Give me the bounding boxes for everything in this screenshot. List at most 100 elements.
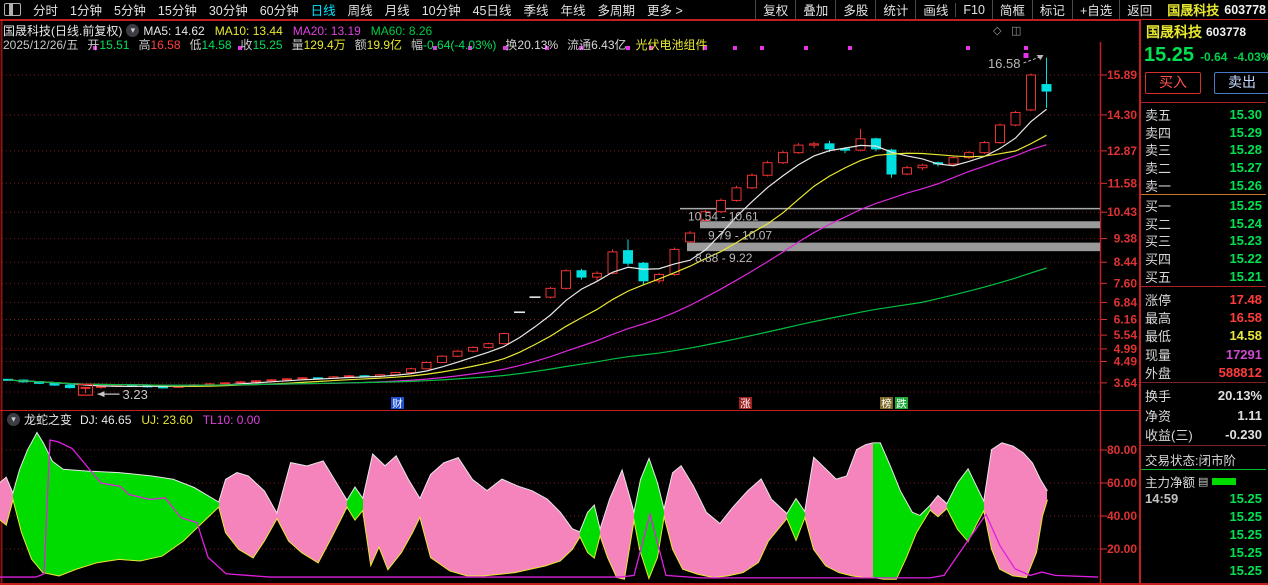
- bid-level-row[interactable]: 买三15.23: [1141, 232, 1266, 250]
- ask-level-row[interactable]: 卖一15.26: [1141, 176, 1266, 194]
- chevron-down-icon[interactable]: ▾: [7, 413, 20, 426]
- tab-period-7[interactable]: 日线: [305, 0, 342, 19]
- stock-code: 603778: [1224, 3, 1266, 17]
- menu-action-9[interactable]: +自选: [1072, 0, 1119, 19]
- price-change: -0.64: [1200, 50, 1227, 64]
- divider: [1141, 286, 1266, 287]
- menu-action-4[interactable]: 统计: [875, 0, 915, 19]
- menu-action-7[interactable]: 简框: [992, 0, 1032, 19]
- last-price-row: 15.25 -0.64 -4.03%: [1141, 44, 1268, 67]
- bid-level-row[interactable]: 买四15.22: [1141, 250, 1266, 268]
- svg-text:12.87: 12.87: [1107, 144, 1137, 158]
- svg-text:10.54 - 10.61: 10.54 - 10.61: [688, 209, 759, 223]
- stat-rows: 涨停17.48最高16.58最低14.58现量17291外盘588812: [1141, 290, 1266, 382]
- stat-row: 最低14.58: [1141, 327, 1266, 345]
- ask-levels: 卖五15.30卖四15.29卖三15.28卖二15.27卖一15.26: [1141, 106, 1266, 194]
- svg-text:80.00: 80.00: [1107, 443, 1137, 457]
- tab-period-1[interactable]: 分时: [27, 0, 64, 19]
- corner-stock-label: 国晟科技 603778: [1167, 0, 1266, 19]
- layout-icon[interactable]: [4, 3, 21, 16]
- flow-bar: [1212, 478, 1236, 485]
- tab-period-15[interactable]: 更多 >: [641, 0, 689, 19]
- ask-level-row[interactable]: 卖五15.30: [1141, 106, 1266, 124]
- svg-text:6.16: 6.16: [1114, 313, 1138, 327]
- action-items: 复权叠加多股统计画线F10简框标记+自选返回: [755, 0, 1159, 19]
- quote-panel: 国晟科技 603778 15.25 -0.64 -4.03% 买入 卖出 卖五1…: [1139, 20, 1268, 585]
- ask-level-row[interactable]: 卖四15.29: [1141, 124, 1266, 142]
- tab-period-14[interactable]: 多周期: [592, 0, 642, 19]
- svg-text:9.79 - 10.07: 9.79 - 10.07: [708, 228, 772, 242]
- svg-text:涨: 涨: [740, 398, 751, 410]
- stat-row: 涨停17.48: [1141, 290, 1266, 308]
- tab-period-2[interactable]: 1分钟: [64, 0, 108, 19]
- indicator-label-row: ▾ 龙蛇之变 DJ: 46.65UJ: 23.60TL10: 0.00: [3, 411, 270, 428]
- panel-divider: [0, 410, 1141, 411]
- diamond-icon[interactable]: ◇: [993, 24, 1001, 37]
- stat-row: 最高16.58: [1141, 308, 1266, 326]
- indicator-name: 龙蛇之变: [24, 411, 72, 428]
- ask-level-row[interactable]: 卖三15.28: [1141, 141, 1266, 159]
- tab-period-6[interactable]: 60分钟: [254, 0, 305, 19]
- tick-row: 15.25: [1141, 543, 1266, 561]
- tick-row: 14:5915.25: [1141, 489, 1266, 507]
- quote-field: 幅-0.64(-4.03%): [411, 38, 496, 52]
- menu-action-8[interactable]: 标记: [1032, 0, 1072, 19]
- tab-period-10[interactable]: 10分钟: [416, 0, 467, 19]
- divider: [1141, 382, 1266, 383]
- list-icon[interactable]: ▤: [1198, 475, 1208, 488]
- quote-field: 流通6.43亿: [567, 38, 626, 52]
- menu-action-5[interactable]: 画线: [915, 0, 955, 19]
- day-quote-row: 2025/12/26/五 开15.51高16.58低14.58收15.25量12…: [3, 36, 708, 53]
- indicator-panel[interactable]: 80.0060.0040.0020.00: [0, 434, 1137, 579]
- tab-period-5[interactable]: 30分钟: [203, 0, 254, 19]
- svg-text:榜: 榜: [881, 397, 892, 410]
- price-change-pct: -4.03%: [1233, 50, 1268, 64]
- stat-row: 净资1.11: [1141, 406, 1266, 426]
- menu-divider: [0, 19, 1268, 21]
- stat-row: 换手20.13%: [1141, 386, 1266, 406]
- bid-level-row[interactable]: 买二15.24: [1141, 215, 1266, 233]
- svg-text:10.43: 10.43: [1107, 205, 1137, 219]
- tab-period-3[interactable]: 5分钟: [108, 0, 152, 19]
- quote-field: 收15.25: [241, 38, 283, 52]
- day-quote-fields: 开15.51高16.58低14.58收15.25量129.4万额19.9亿幅-0…: [87, 36, 635, 53]
- bid-levels: 买一15.25买二15.24买三15.23买四15.22买五15.21: [1141, 197, 1266, 285]
- quote-field: 额19.9亿: [355, 38, 402, 52]
- tab-period-13[interactable]: 年线: [555, 0, 592, 19]
- menu-action-3[interactable]: 多股: [835, 0, 875, 19]
- menu-action-6[interactable]: F10: [955, 3, 992, 17]
- tab-period-11[interactable]: 45日线: [467, 0, 518, 19]
- svg-text:40.00: 40.00: [1107, 509, 1137, 523]
- ask-level-row[interactable]: 卖二15.27: [1141, 159, 1266, 177]
- menu-action-1[interactable]: 复权: [755, 0, 795, 19]
- menu-action-2[interactable]: 叠加: [795, 0, 835, 19]
- divider: [1141, 445, 1266, 446]
- sector-tag[interactable]: 光伏电池组件: [636, 36, 708, 53]
- split-window-icon[interactable]: ◫: [1011, 24, 1021, 37]
- tick-row: 15.25: [1141, 561, 1266, 579]
- bid-level-row[interactable]: 买五15.21: [1141, 267, 1266, 285]
- buy-button[interactable]: 买入: [1145, 72, 1201, 94]
- action-menu: 复权叠加多股统计画线F10简框标记+自选返回 国晟科技 603778: [755, 0, 1268, 19]
- sell-button[interactable]: 卖出: [1214, 72, 1268, 94]
- tab-period-9[interactable]: 月线: [379, 0, 416, 19]
- bid-level-row[interactable]: 买一15.25: [1141, 197, 1266, 215]
- tab-period-8[interactable]: 周线: [342, 0, 379, 19]
- svg-text:4.49: 4.49: [1114, 354, 1138, 368]
- quote-field: 高16.58: [138, 38, 180, 52]
- svg-text:60.00: 60.00: [1107, 476, 1137, 490]
- tab-period-4[interactable]: 15分钟: [152, 0, 203, 19]
- chart-area[interactable]: 15.8914.3012.8711.5810.439.388.447.606.8…: [0, 0, 1141, 585]
- date-label: 2025/12/26/五: [3, 36, 78, 53]
- tick-list[interactable]: 14:5915.2515.2515.2515.2515.2515.25: [1141, 489, 1266, 585]
- quote-field: 量129.4万: [292, 38, 346, 52]
- panel-stock-header: 国晟科技 603778: [1141, 22, 1268, 42]
- stat2-rows: 换手20.13%净资1.11收益(三)-0.230: [1141, 386, 1266, 445]
- svg-text:8.44: 8.44: [1114, 255, 1138, 269]
- quote-field: 低14.58: [190, 38, 232, 52]
- svg-text:3.23: 3.23: [123, 387, 148, 402]
- menu-action-10[interactable]: 返回: [1119, 0, 1159, 19]
- indicator-param: TL10: 0.00: [203, 413, 260, 427]
- tab-period-12[interactable]: 季线: [518, 0, 555, 19]
- svg-text:9.38: 9.38: [1114, 232, 1138, 246]
